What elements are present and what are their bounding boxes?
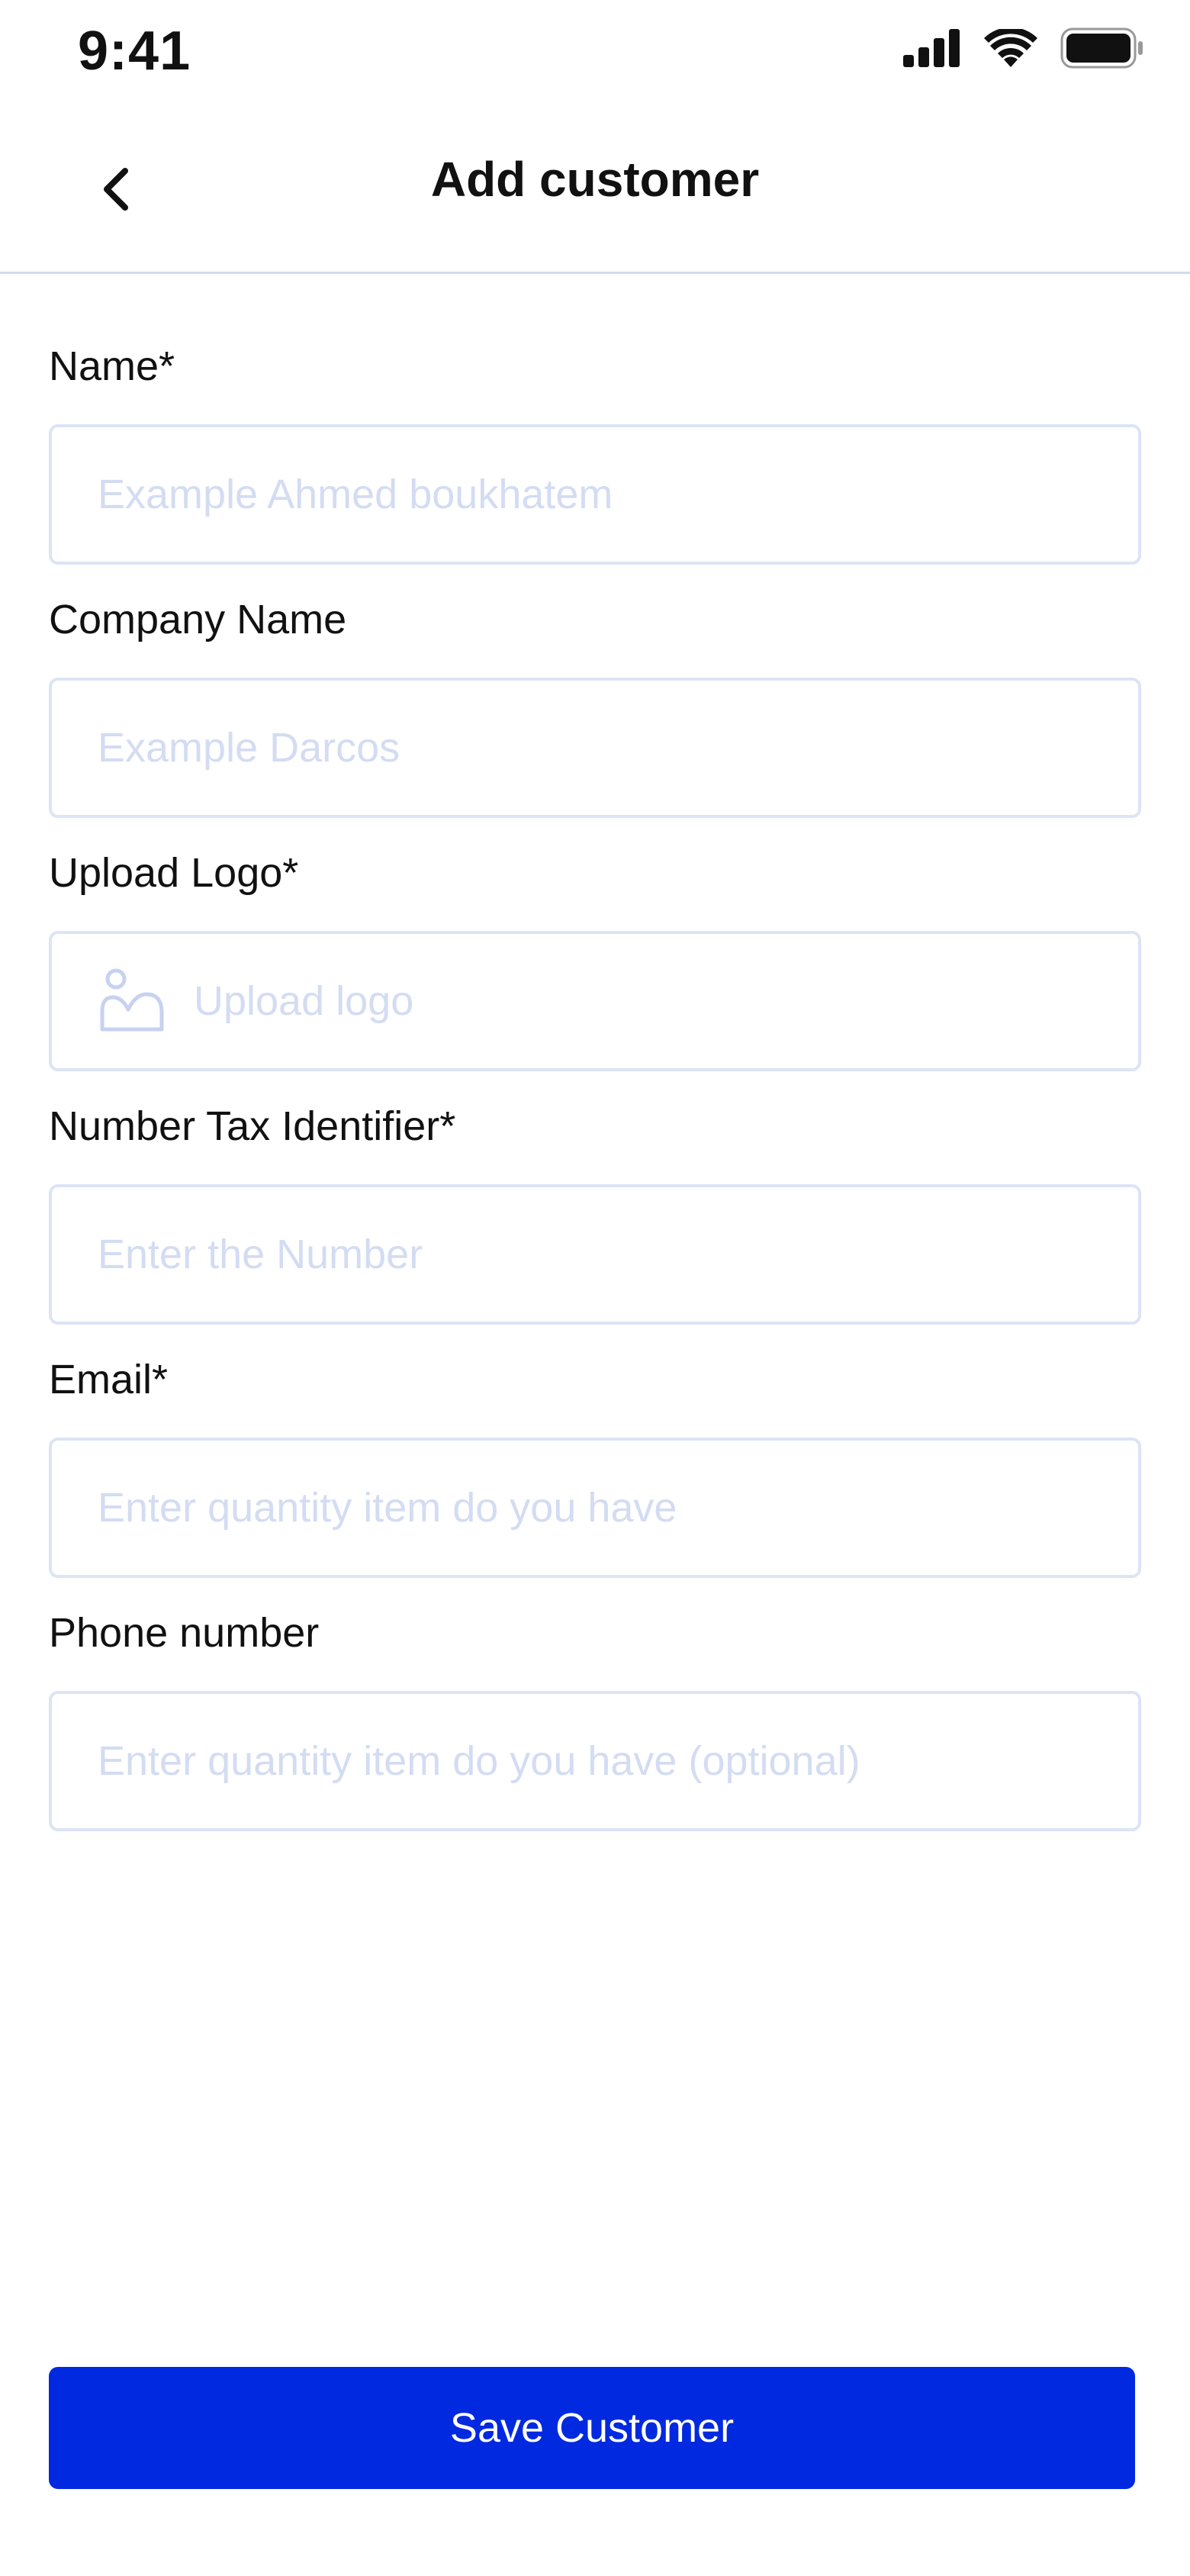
image-icon [98,967,166,1035]
status-bar: 9:41 [0,0,1190,107]
upload-logo-button[interactable]: Upload logo [49,931,1141,1071]
status-icons [903,27,1144,69]
battery-icon [1060,27,1144,69]
tax-identifier-input[interactable] [98,1231,1138,1278]
upload-logo-label: Upload Logo* [49,850,299,896]
name-input[interactable] [98,471,1138,518]
phone-number-label: Phone number [49,1610,320,1656]
email-field-box [49,1438,1141,1578]
tax-identifier-label: Number Tax Identifier* [49,1103,456,1149]
customer-form: Name* Company Name Upload Logo* Upload l… [49,336,1141,1856]
save-customer-button[interactable]: Save Customer [49,2367,1135,2489]
company-name-field-box [49,678,1141,818]
header: Add customer [0,107,1190,274]
status-time: 9:41 [78,21,191,82]
name-field-box [49,424,1141,565]
phone-number-field-box [49,1691,1141,1831]
name-label: Name* [49,343,175,389]
tax-identifier-field-box [49,1184,1141,1325]
upload-logo-placeholder: Upload logo [194,978,414,1024]
cellular-signal-icon [903,29,961,67]
company-name-input[interactable] [98,724,1138,771]
company-name-label: Company Name [49,597,347,642]
email-label: Email* [49,1357,169,1402]
phone-number-input[interactable] [98,1737,1138,1785]
wifi-icon [984,29,1037,67]
email-input[interactable] [98,1484,1138,1531]
page-title: Add customer [430,152,760,207]
